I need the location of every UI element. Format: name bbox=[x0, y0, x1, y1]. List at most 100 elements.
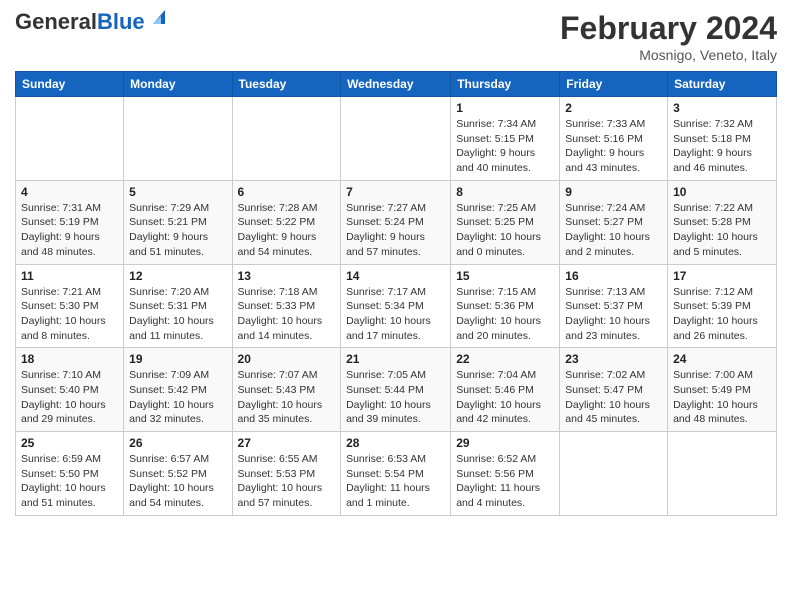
calendar-cell: 12 Sunrise: 7:20 AMSunset: 5:31 PMDayligh… bbox=[124, 264, 232, 348]
calendar-cell: 5Sunrise: 7:29 AMSunset: 5:21 PMDaylight… bbox=[124, 180, 232, 264]
week-row-5: 25 Sunrise: 6:59 AMSunset: 5:50 PMDayligh… bbox=[16, 432, 777, 516]
month-title: February 2024 bbox=[560, 10, 777, 47]
day-number: 26 bbox=[129, 436, 226, 450]
day-number: 23 bbox=[565, 352, 662, 366]
day-info: Sunrise: 7:28 AMSunset: 5:22 PMDaylight:… bbox=[238, 201, 336, 260]
location: Mosnigo, Veneto, Italy bbox=[560, 47, 777, 63]
calendar-cell: 26 Sunrise: 6:57 AMSunset: 5:52 PMDayligh… bbox=[124, 432, 232, 516]
day-number: 27 bbox=[238, 436, 336, 450]
day-info: Sunrise: 6:55 AMSunset: 5:53 PMDaylight:… bbox=[238, 452, 336, 511]
day-info: Sunrise: 6:52 AMSunset: 5:56 PMDaylight:… bbox=[456, 452, 554, 511]
day-number: 8 bbox=[456, 185, 554, 199]
calendar-cell: 7Sunrise: 7:27 AMSunset: 5:24 PMDaylight… bbox=[341, 180, 451, 264]
day-number: 17 bbox=[673, 269, 771, 283]
calendar-cell: 20 Sunrise: 7:07 AMSunset: 5:43 PMDayligh… bbox=[232, 348, 341, 432]
calendar-cell: 9 Sunrise: 7:24 AMSunset: 5:27 PMDaylight… bbox=[560, 180, 668, 264]
calendar-cell bbox=[560, 432, 668, 516]
day-header-saturday: Saturday bbox=[668, 72, 777, 97]
day-header-sunday: Sunday bbox=[16, 72, 124, 97]
day-number: 10 bbox=[673, 185, 771, 199]
week-row-1: 1 Sunrise: 7:34 AMSunset: 5:15 PMDaylight… bbox=[16, 97, 777, 181]
day-header-tuesday: Tuesday bbox=[232, 72, 341, 97]
calendar-cell: 17 Sunrise: 7:12 AMSunset: 5:39 PMDayligh… bbox=[668, 264, 777, 348]
day-info: Sunrise: 6:59 AMSunset: 5:50 PMDaylight:… bbox=[21, 452, 118, 511]
day-info: Sunrise: 7:10 AMSunset: 5:40 PMDaylight:… bbox=[21, 368, 118, 427]
calendar-cell: 8 Sunrise: 7:25 AMSunset: 5:25 PMDaylight… bbox=[451, 180, 560, 264]
calendar-cell: 27 Sunrise: 6:55 AMSunset: 5:53 PMDayligh… bbox=[232, 432, 341, 516]
day-info: Sunrise: 7:34 AMSunset: 5:15 PMDaylight:… bbox=[456, 117, 554, 176]
day-info: Sunrise: 7:25 AMSunset: 5:25 PMDaylight:… bbox=[456, 201, 554, 260]
day-number: 12 bbox=[129, 269, 226, 283]
calendar-cell: 24 Sunrise: 7:00 AMSunset: 5:49 PMDayligh… bbox=[668, 348, 777, 432]
calendar-body: 1 Sunrise: 7:34 AMSunset: 5:15 PMDaylight… bbox=[16, 97, 777, 516]
calendar-cell bbox=[124, 97, 232, 181]
calendar-cell: 1 Sunrise: 7:34 AMSunset: 5:15 PMDaylight… bbox=[451, 97, 560, 181]
day-info: Sunrise: 7:00 AMSunset: 5:49 PMDaylight:… bbox=[673, 368, 771, 427]
day-header-thursday: Thursday bbox=[451, 72, 560, 97]
day-header-monday: Monday bbox=[124, 72, 232, 97]
day-info: Sunrise: 7:22 AMSunset: 5:28 PMDaylight:… bbox=[673, 201, 771, 260]
day-number: 20 bbox=[238, 352, 336, 366]
day-info: Sunrise: 7:31 AMSunset: 5:19 PMDaylight:… bbox=[21, 201, 118, 260]
day-number: 29 bbox=[456, 436, 554, 450]
page-header: GeneralBlue February 2024 Mosnigo, Venet… bbox=[15, 10, 777, 63]
day-info: Sunrise: 7:20 AMSunset: 5:31 PMDaylight:… bbox=[129, 285, 226, 344]
calendar-table: SundayMondayTuesdayWednesdayThursdayFrid… bbox=[15, 71, 777, 516]
day-number: 7 bbox=[346, 185, 445, 199]
calendar-cell bbox=[341, 97, 451, 181]
day-number: 11 bbox=[21, 269, 118, 283]
calendar-cell: 15Sunrise: 7:15 AMSunset: 5:36 PMDayligh… bbox=[451, 264, 560, 348]
calendar-cell bbox=[232, 97, 341, 181]
day-info: Sunrise: 7:04 AMSunset: 5:46 PMDaylight:… bbox=[456, 368, 554, 427]
day-number: 16 bbox=[565, 269, 662, 283]
day-number: 24 bbox=[673, 352, 771, 366]
calendar-cell: 6 Sunrise: 7:28 AMSunset: 5:22 PMDaylight… bbox=[232, 180, 341, 264]
day-info: Sunrise: 7:07 AMSunset: 5:43 PMDaylight:… bbox=[238, 368, 336, 427]
day-info: Sunrise: 6:53 AMSunset: 5:54 PMDaylight:… bbox=[346, 452, 445, 511]
day-info: Sunrise: 7:18 AMSunset: 5:33 PMDaylight:… bbox=[238, 285, 336, 344]
header-row: SundayMondayTuesdayWednesdayThursdayFrid… bbox=[16, 72, 777, 97]
calendar-cell: 21Sunrise: 7:05 AMSunset: 5:44 PMDayligh… bbox=[341, 348, 451, 432]
day-number: 1 bbox=[456, 101, 554, 115]
day-info: Sunrise: 7:13 AMSunset: 5:37 PMDaylight:… bbox=[565, 285, 662, 344]
calendar-cell: 16 Sunrise: 7:13 AMSunset: 5:37 PMDayligh… bbox=[560, 264, 668, 348]
day-info: Sunrise: 7:02 AMSunset: 5:47 PMDaylight:… bbox=[565, 368, 662, 427]
day-info: Sunrise: 7:32 AMSunset: 5:18 PMDaylight:… bbox=[673, 117, 771, 176]
day-number: 14 bbox=[346, 269, 445, 283]
calendar-cell: 25 Sunrise: 6:59 AMSunset: 5:50 PMDayligh… bbox=[16, 432, 124, 516]
day-header-wednesday: Wednesday bbox=[341, 72, 451, 97]
day-number: 4 bbox=[21, 185, 118, 199]
day-number: 22 bbox=[456, 352, 554, 366]
calendar-cell: 19Sunrise: 7:09 AMSunset: 5:42 PMDayligh… bbox=[124, 348, 232, 432]
calendar-cell: 2Sunrise: 7:33 AMSunset: 5:16 PMDaylight… bbox=[560, 97, 668, 181]
calendar-cell: 14Sunrise: 7:17 AMSunset: 5:34 PMDayligh… bbox=[341, 264, 451, 348]
week-row-4: 18Sunrise: 7:10 AMSunset: 5:40 PMDayligh… bbox=[16, 348, 777, 432]
calendar-cell: 3Sunrise: 7:32 AMSunset: 5:18 PMDaylight… bbox=[668, 97, 777, 181]
day-info: Sunrise: 7:21 AMSunset: 5:30 PMDaylight:… bbox=[21, 285, 118, 344]
calendar-cell: 18Sunrise: 7:10 AMSunset: 5:40 PMDayligh… bbox=[16, 348, 124, 432]
week-row-2: 4 Sunrise: 7:31 AMSunset: 5:19 PMDaylight… bbox=[16, 180, 777, 264]
calendar-cell: 10 Sunrise: 7:22 AMSunset: 5:28 PMDayligh… bbox=[668, 180, 777, 264]
week-row-3: 11 Sunrise: 7:21 AMSunset: 5:30 PMDayligh… bbox=[16, 264, 777, 348]
day-number: 19 bbox=[129, 352, 226, 366]
day-info: Sunrise: 7:12 AMSunset: 5:39 PMDaylight:… bbox=[673, 285, 771, 344]
day-number: 28 bbox=[346, 436, 445, 450]
day-info: Sunrise: 7:05 AMSunset: 5:44 PMDaylight:… bbox=[346, 368, 445, 427]
calendar-cell: 23 Sunrise: 7:02 AMSunset: 5:47 PMDayligh… bbox=[560, 348, 668, 432]
calendar-cell: 29 Sunrise: 6:52 AMSunset: 5:56 PMDayligh… bbox=[451, 432, 560, 516]
day-info: Sunrise: 7:15 AMSunset: 5:36 PMDaylight:… bbox=[456, 285, 554, 344]
calendar-cell: 4 Sunrise: 7:31 AMSunset: 5:19 PMDaylight… bbox=[16, 180, 124, 264]
calendar-header: SundayMondayTuesdayWednesdayThursdayFrid… bbox=[16, 72, 777, 97]
day-header-friday: Friday bbox=[560, 72, 668, 97]
day-info: Sunrise: 7:24 AMSunset: 5:27 PMDaylight:… bbox=[565, 201, 662, 260]
day-number: 25 bbox=[21, 436, 118, 450]
day-number: 5 bbox=[129, 185, 226, 199]
logo: GeneralBlue bbox=[15, 10, 169, 34]
calendar-cell bbox=[16, 97, 124, 181]
day-number: 9 bbox=[565, 185, 662, 199]
calendar-cell: 11 Sunrise: 7:21 AMSunset: 5:30 PMDayligh… bbox=[16, 264, 124, 348]
title-block: February 2024 Mosnigo, Veneto, Italy bbox=[560, 10, 777, 63]
day-number: 6 bbox=[238, 185, 336, 199]
day-info: Sunrise: 6:57 AMSunset: 5:52 PMDaylight:… bbox=[129, 452, 226, 511]
day-info: Sunrise: 7:33 AMSunset: 5:16 PMDaylight:… bbox=[565, 117, 662, 176]
